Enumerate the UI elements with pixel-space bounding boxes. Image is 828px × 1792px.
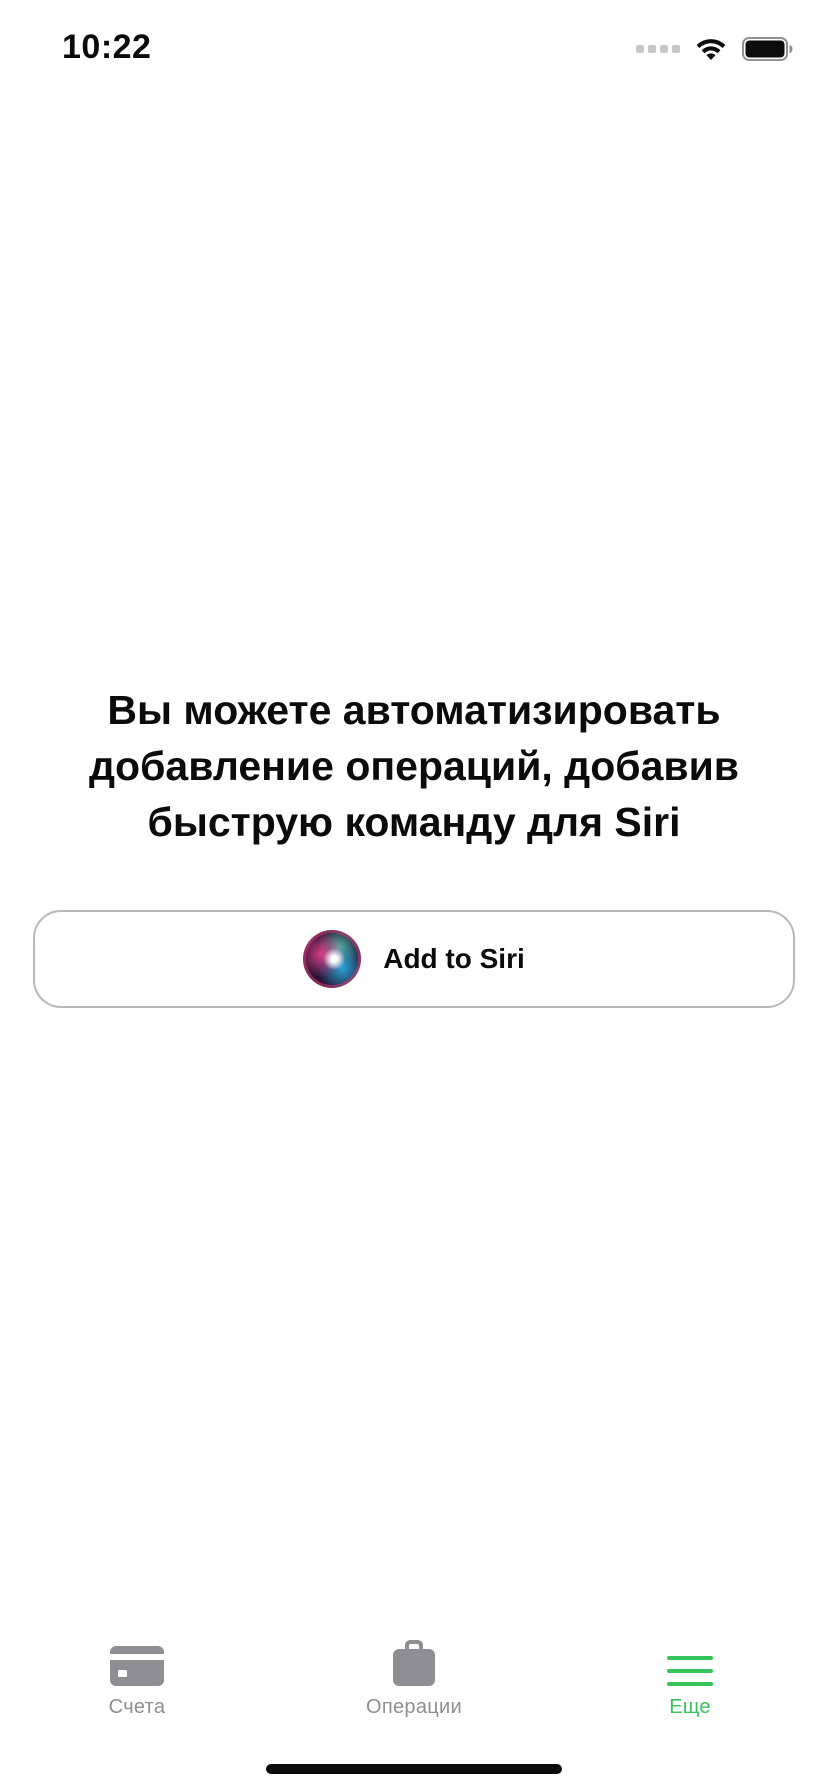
- bag-icon: [393, 1630, 435, 1686]
- add-to-siri-label: Add to Siri: [383, 943, 525, 974]
- menu-icon: [667, 1630, 713, 1686]
- add-to-siri-button[interactable]: Add to Siri: [33, 910, 795, 1008]
- siri-shortcut-description: Вы можете автоматизировать добавление оп…: [89, 687, 739, 845]
- home-indicator: [266, 1764, 562, 1774]
- tab-more-label: Еще: [669, 1696, 711, 1718]
- tab-bar: Счета Операции Еще: [0, 1630, 828, 1730]
- cellular-signal-icon: [636, 34, 680, 64]
- card-icon: [110, 1630, 164, 1686]
- status-bar: 10:22: [0, 0, 828, 100]
- status-time: 10:22: [62, 28, 152, 66]
- tab-more[interactable]: Еще: [590, 1630, 790, 1730]
- tab-operations-label: Операции: [366, 1696, 462, 1718]
- wifi-icon: [694, 36, 728, 62]
- tab-operations[interactable]: Операции: [314, 1630, 514, 1730]
- status-icons: [636, 34, 794, 64]
- tab-accounts[interactable]: Счета: [37, 1630, 237, 1730]
- battery-icon: [742, 36, 794, 62]
- tab-accounts-label: Счета: [108, 1696, 166, 1718]
- siri-orb-icon: [303, 930, 362, 988]
